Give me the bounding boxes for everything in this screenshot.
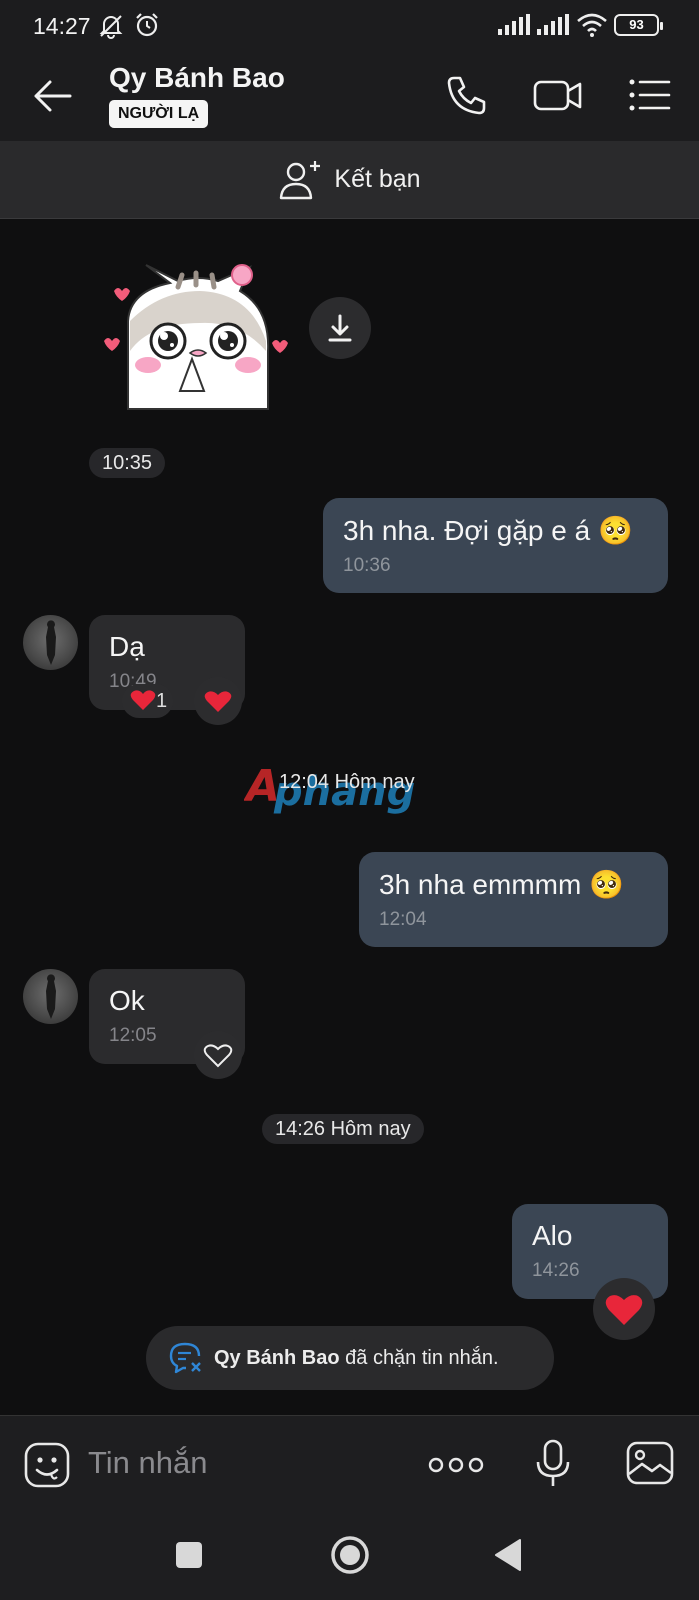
outgoing-message[interactable]: 3h nha emmmm 🥺 12:04 bbox=[359, 852, 668, 947]
system-nav-bar bbox=[0, 1511, 699, 1600]
video-icon bbox=[533, 80, 582, 111]
mic-icon bbox=[536, 1439, 570, 1486]
contact-name[interactable]: Qy Bánh Bao bbox=[109, 62, 285, 94]
more-options-button[interactable] bbox=[428, 1450, 484, 1485]
time-separator: 10:35 bbox=[89, 448, 166, 478]
chat-header: Qy Bánh Bao NGƯỜI LẠ bbox=[0, 50, 699, 141]
react-button[interactable] bbox=[593, 1278, 655, 1340]
battery-indicator: 93 bbox=[614, 14, 663, 36]
react-button[interactable] bbox=[194, 677, 242, 725]
gallery-button[interactable] bbox=[625, 1440, 675, 1491]
avatar-figure bbox=[46, 974, 56, 1019]
recents-icon bbox=[176, 1542, 202, 1568]
battery-level: 93 bbox=[629, 17, 644, 32]
message-time: 12:04 bbox=[379, 909, 427, 930]
emoji-button[interactable] bbox=[23, 1441, 71, 1494]
alarm-icon bbox=[136, 13, 158, 37]
back-triangle-icon bbox=[495, 1539, 521, 1571]
time-separator: 12:04 Hôm nay bbox=[279, 771, 415, 793]
blocked-chat-icon bbox=[169, 1342, 201, 1374]
heart-outline-icon bbox=[203, 1044, 233, 1068]
cat-sticker[interactable] bbox=[100, 261, 292, 411]
blocked-notice-message: đã chặn tin nhắn. bbox=[339, 1346, 499, 1369]
video-call-button[interactable] bbox=[530, 70, 586, 120]
signal-icon-2 bbox=[537, 14, 569, 35]
status-time: 14:27 bbox=[33, 13, 91, 39]
image-icon bbox=[626, 1441, 674, 1485]
reaction-count[interactable]: 1 bbox=[122, 684, 174, 718]
muted-bell-icon bbox=[99, 15, 123, 39]
message-input-bar bbox=[0, 1415, 699, 1511]
back-button[interactable] bbox=[30, 76, 76, 116]
heart-icon bbox=[130, 690, 156, 710]
download-icon bbox=[328, 314, 352, 342]
signal-icon-1 bbox=[498, 14, 530, 35]
react-button[interactable] bbox=[194, 1031, 242, 1079]
menu-button[interactable] bbox=[625, 70, 675, 120]
nav-back-button[interactable] bbox=[494, 1538, 522, 1577]
outgoing-message[interactable]: 3h nha. Đợi gặp e á 🥺 10:36 bbox=[323, 498, 668, 593]
more-dots-icon bbox=[428, 1457, 484, 1473]
home-icon bbox=[331, 1536, 369, 1574]
chat-area[interactable]: 10:35 3h nha. Đợi gặp e á 🥺 10:36 Dạ 10:… bbox=[0, 219, 699, 1415]
blocked-notice-name: Qy Bánh Bao bbox=[214, 1346, 340, 1369]
voice-message-button[interactable] bbox=[533, 1438, 573, 1495]
phone-icon bbox=[447, 76, 486, 115]
download-button[interactable] bbox=[309, 297, 371, 359]
time-separator: 14:26 Hôm nay bbox=[262, 1114, 424, 1144]
message-text: Ok bbox=[109, 985, 145, 1016]
message-text: Alo bbox=[532, 1220, 573, 1251]
reaction-count-value: 1 bbox=[156, 690, 168, 712]
wifi-icon bbox=[577, 13, 607, 37]
add-friend-button[interactable]: Kết bạn bbox=[0, 141, 699, 219]
message-text: Dạ bbox=[109, 631, 145, 662]
avatar[interactable] bbox=[23, 615, 78, 670]
avatar[interactable] bbox=[23, 969, 78, 1024]
message-time: 10:36 bbox=[343, 555, 391, 576]
add-friend-label: Kết bạn bbox=[334, 165, 421, 193]
message-text: 3h nha. Đợi gặp e á 🥺 bbox=[343, 515, 633, 546]
add-user-icon bbox=[280, 160, 321, 199]
back-arrow-icon bbox=[34, 80, 72, 112]
recents-button[interactable] bbox=[175, 1541, 203, 1574]
heart-icon bbox=[204, 691, 232, 712]
stranger-badge: NGƯỜI LẠ bbox=[109, 100, 209, 128]
status-bar: 14:27 93 bbox=[0, 0, 699, 50]
avatar-figure bbox=[46, 620, 56, 665]
heart-icon bbox=[605, 1295, 643, 1325]
message-input[interactable] bbox=[88, 1440, 408, 1486]
message-text: 3h nha emmmm 🥺 bbox=[379, 869, 624, 900]
blocked-notice-text: Qy Bánh Bao đã chặn tin nhắn. bbox=[214, 1347, 499, 1370]
voice-call-button[interactable] bbox=[442, 70, 492, 120]
blocked-notice: Qy Bánh Bao đã chặn tin nhắn. bbox=[146, 1326, 554, 1390]
home-button[interactable] bbox=[330, 1535, 370, 1580]
menu-list-icon bbox=[629, 79, 671, 111]
emoji-icon bbox=[24, 1442, 70, 1488]
